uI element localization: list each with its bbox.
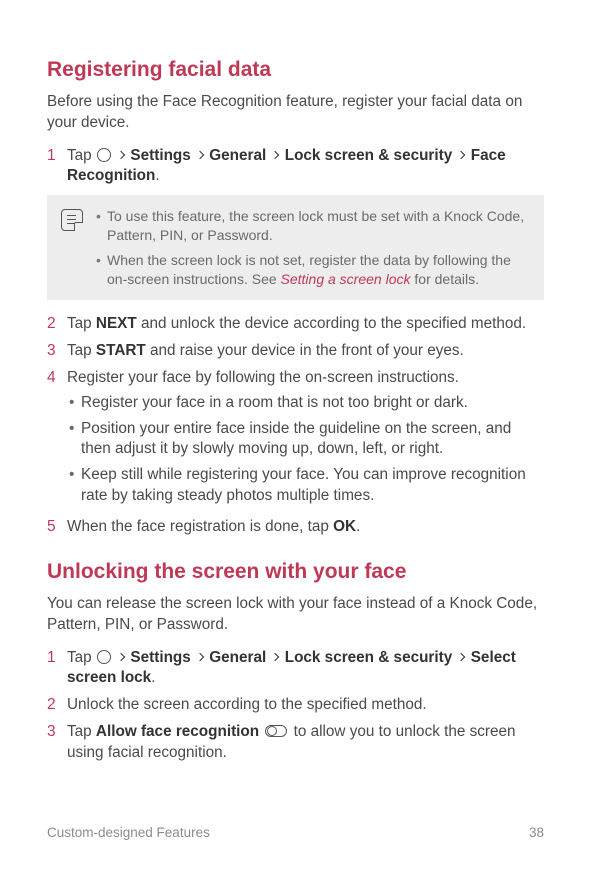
step-body: Tap START and raise your device in the f… bbox=[67, 341, 544, 362]
chevron-right-icon bbox=[457, 150, 465, 158]
step-3-unlock: 3 Tap Allow face recognition to allow yo… bbox=[47, 722, 544, 763]
text: When the face registration is done, tap bbox=[67, 518, 333, 535]
chevron-right-icon bbox=[271, 150, 279, 158]
list-item: Register your face in a room that is not… bbox=[67, 393, 544, 414]
note-item: When the screen lock is not set, registe… bbox=[95, 251, 530, 289]
step-number: 4 bbox=[47, 368, 57, 511]
list-item: Position your entire face inside the gui… bbox=[67, 419, 544, 460]
option-allow-face-recognition: Allow face recognition bbox=[96, 723, 259, 740]
text: Tap bbox=[67, 723, 96, 740]
toggle-icon bbox=[265, 725, 287, 737]
step-4-register: 4 Register your face by following the on… bbox=[47, 368, 544, 511]
step-3-register: 3 Tap START and raise your device in the… bbox=[47, 341, 544, 362]
text: and raise your device in the front of yo… bbox=[146, 342, 464, 359]
text: . bbox=[155, 167, 159, 184]
text: Tap bbox=[67, 147, 96, 164]
step-body: Unlock the screen according to the speci… bbox=[67, 695, 544, 716]
heading-registering: Registering facial data bbox=[47, 56, 544, 84]
text: Register your face by following the on-s… bbox=[67, 369, 459, 386]
step-1-register: 1 Tap Settings General Lock screen & sec… bbox=[47, 146, 544, 187]
link-setting-screen-lock[interactable]: Setting a screen lock bbox=[281, 271, 411, 287]
note-list: To use this feature, the screen lock mus… bbox=[95, 207, 530, 289]
footer-section-title: Custom-designed Features bbox=[47, 824, 210, 842]
chevron-right-icon bbox=[117, 150, 125, 158]
step-number: 2 bbox=[47, 314, 57, 335]
chevron-right-icon bbox=[457, 652, 465, 660]
step-number: 3 bbox=[47, 722, 57, 763]
chevron-right-icon bbox=[271, 652, 279, 660]
step-2-unlock: 2 Unlock the screen according to the spe… bbox=[47, 695, 544, 716]
chevron-right-icon bbox=[196, 150, 204, 158]
step-body: Tap NEXT and unlock the device according… bbox=[67, 314, 544, 335]
heading-unlocking: Unlocking the screen with your face bbox=[47, 558, 544, 586]
path-general: General bbox=[209, 649, 266, 666]
path-general: General bbox=[209, 147, 266, 164]
text: for details. bbox=[411, 271, 479, 287]
step-number: 1 bbox=[47, 648, 57, 689]
step-body: Tap Settings General Lock screen & secur… bbox=[67, 146, 544, 187]
text: Tap bbox=[67, 649, 96, 666]
intro-registering: Before using the Face Recognition featur… bbox=[47, 92, 544, 133]
step-number: 3 bbox=[47, 341, 57, 362]
path-lock-security: Lock screen & security bbox=[285, 649, 453, 666]
intro-unlocking: You can release the screen lock with you… bbox=[47, 594, 544, 635]
apps-icon bbox=[97, 148, 111, 162]
text: Tap bbox=[67, 315, 96, 332]
text: Tap bbox=[67, 342, 96, 359]
page-footer: Custom-designed Features 38 bbox=[47, 824, 544, 842]
path-lock-security: Lock screen & security bbox=[285, 147, 453, 164]
step-body: Tap Allow face recognition to allow you … bbox=[67, 722, 544, 763]
step-2-register: 2 Tap NEXT and unlock the device accordi… bbox=[47, 314, 544, 335]
apps-icon bbox=[97, 650, 111, 664]
path-settings: Settings bbox=[130, 147, 190, 164]
step-body: Register your face by following the on-s… bbox=[67, 368, 544, 511]
text: . bbox=[356, 518, 360, 535]
step-5-register: 5 When the face registration is done, ta… bbox=[47, 517, 544, 538]
chevron-right-icon bbox=[196, 652, 204, 660]
step-1-unlock: 1 Tap Settings General Lock screen & sec… bbox=[47, 648, 544, 689]
chevron-right-icon bbox=[117, 652, 125, 660]
sub-bullets: Register your face in a room that is not… bbox=[67, 393, 544, 506]
step-number: 2 bbox=[47, 695, 57, 716]
text: and unlock the device according to the s… bbox=[137, 315, 526, 332]
list-item: Keep still while registering your face. … bbox=[67, 465, 544, 506]
page-number: 38 bbox=[529, 824, 544, 842]
step-body: When the face registration is done, tap … bbox=[67, 517, 544, 538]
path-settings: Settings bbox=[130, 649, 190, 666]
step-body: Tap Settings General Lock screen & secur… bbox=[67, 648, 544, 689]
step-number: 1 bbox=[47, 146, 57, 187]
note-box: To use this feature, the screen lock mus… bbox=[47, 195, 544, 301]
text: . bbox=[151, 669, 155, 686]
button-label-next: NEXT bbox=[96, 315, 137, 332]
note-item: To use this feature, the screen lock mus… bbox=[95, 207, 530, 245]
button-label-start: START bbox=[96, 342, 146, 359]
step-number: 5 bbox=[47, 517, 57, 538]
note-icon bbox=[61, 209, 83, 231]
button-label-ok: OK bbox=[333, 518, 356, 535]
